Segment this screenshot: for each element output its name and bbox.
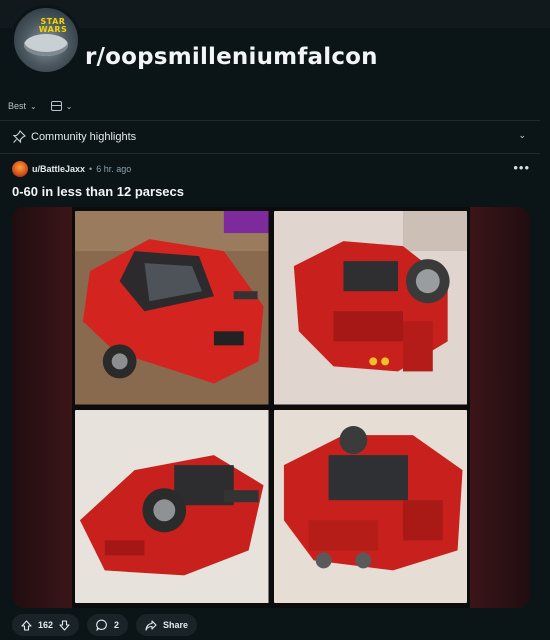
- user-avatar[interactable]: [12, 161, 28, 177]
- red-lego-car-transforming-photo[interactable]: [273, 211, 467, 405]
- view-dropdown[interactable]: ⌄: [50, 101, 73, 111]
- upvote-icon[interactable]: [21, 619, 32, 631]
- image-collage: [72, 207, 470, 608]
- card-view-icon: [50, 101, 62, 111]
- post-media[interactable]: [12, 207, 530, 608]
- meta-separator: •: [89, 164, 93, 174]
- vote-group: 162: [12, 614, 80, 636]
- pin-icon: [12, 130, 26, 144]
- post-meta: u/BattleJaxx • 6 hr. ago: [12, 160, 131, 178]
- comment-icon: [96, 619, 107, 631]
- millennium-falcon-icon: [24, 34, 68, 56]
- red-lego-car-rear-photo[interactable]: [273, 409, 467, 603]
- vote-count: 162: [38, 620, 54, 630]
- post-time: 6 hr. ago: [96, 164, 132, 174]
- share-button[interactable]: Share: [136, 614, 198, 636]
- comment-count: 2: [114, 620, 120, 630]
- chevron-down-icon: ⌄: [518, 130, 526, 140]
- share-icon: [145, 619, 157, 631]
- community-highlights-label: Community highlights: [31, 131, 137, 143]
- avatar-logo-text: STAR WARS: [38, 17, 68, 34]
- sort-bar: Best ⌄ ⌄: [8, 96, 72, 116]
- red-lego-car-wheel-side-photo[interactable]: [75, 409, 269, 603]
- post-author[interactable]: u/BattleJaxx: [32, 164, 85, 174]
- more-options-icon[interactable]: •••: [513, 160, 530, 175]
- media-blur-right: [470, 207, 530, 608]
- subreddit-title: r/oopsmilleniumfalcon: [85, 44, 378, 70]
- community-highlights-toggle[interactable]: Community highlights ⌄: [0, 120, 540, 154]
- subreddit-banner: [0, 0, 550, 28]
- chevron-down-icon: ⌄: [65, 101, 73, 111]
- media-blur-left: [12, 207, 72, 608]
- subreddit-avatar[interactable]: STAR WARS: [11, 5, 81, 75]
- comments-button[interactable]: 2: [87, 614, 129, 636]
- post-actions: 162 2 Share: [12, 614, 198, 636]
- sort-dropdown[interactable]: Best ⌄: [8, 101, 37, 111]
- post-title[interactable]: 0-60 in less than 12 parsecs: [12, 184, 184, 199]
- sort-label: Best: [8, 101, 27, 111]
- share-label: Share: [163, 620, 189, 630]
- chevron-down-icon: ⌄: [30, 101, 37, 111]
- downvote-icon[interactable]: [59, 619, 70, 631]
- red-lego-sports-car-photo[interactable]: [75, 211, 269, 405]
